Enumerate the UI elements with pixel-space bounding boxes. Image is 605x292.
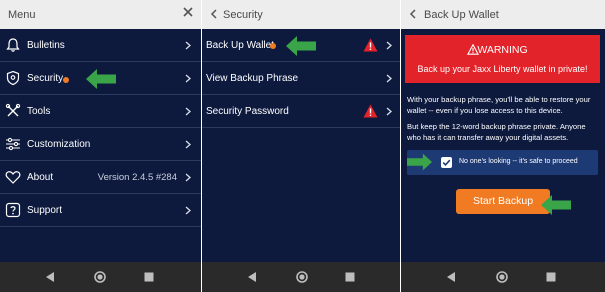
menu-item-bulletins[interactable]: Bulletins: [0, 29, 201, 62]
bell-icon: [6, 38, 20, 52]
security-item-security-password[interactable]: Security Password: [202, 95, 400, 128]
menu-header: Menu: [0, 0, 201, 29]
confirm-label: No one's looking -- it's safe to proceed: [459, 158, 578, 165]
menu-item-label: Tools: [27, 106, 51, 117]
notification-dot: [270, 43, 276, 49]
backup-panel: Back Up Wallet WARNING Back up your Jaxx…: [401, 0, 605, 292]
backup-header: Back Up Wallet: [401, 0, 605, 29]
android-nav-bar: [0, 262, 201, 292]
warning-triangle-icon: [363, 104, 378, 118]
menu-item-customization[interactable]: Customization: [0, 128, 201, 161]
back-arrow-icon[interactable]: [409, 9, 417, 19]
backup-privacy-text: But keep the 12-word backup phrase priva…: [407, 122, 586, 142]
close-icon[interactable]: [181, 5, 195, 19]
backup-info-text: With your backup phrase, you'll be able …: [407, 95, 591, 115]
heart-icon: [5, 171, 21, 184]
security-item-label: Security Password: [206, 106, 289, 117]
warning-triangle-icon: [363, 38, 378, 52]
chevron-right-icon: [185, 107, 191, 116]
security-item-label: Back Up Wallet: [206, 40, 274, 51]
security-panel: Security Back Up Wallet View Backup Phra…: [202, 0, 400, 292]
green-arrow-annotation: [286, 36, 316, 56]
chevron-right-icon: [185, 74, 191, 83]
warning-message: Back up your Jaxx Liberty wallet in priv…: [417, 64, 588, 74]
nav-back-icon[interactable]: [445, 271, 457, 283]
android-nav-bar: [202, 262, 400, 292]
tools-icon: [5, 103, 21, 117]
confirm-checkbox-row[interactable]: No one's looking -- it's safe to proceed: [407, 150, 598, 175]
menu-title: Menu: [8, 9, 36, 21]
nav-back-icon[interactable]: [246, 271, 258, 283]
checkmark-icon: [442, 159, 451, 167]
green-arrow-annotation: [541, 195, 571, 215]
security-item-label: View Backup Phrase: [206, 73, 299, 84]
security-item-backup-wallet[interactable]: Back Up Wallet: [202, 29, 400, 62]
back-arrow-icon[interactable]: [210, 9, 218, 19]
app-version: Version 2.4.5 #284: [97, 172, 177, 183]
warning-title: WARNING: [477, 44, 528, 56]
menu-item-label: Support: [27, 205, 63, 216]
warning-banner: WARNING Back up your Jaxx Liberty wallet…: [405, 35, 600, 83]
security-item-view-backup-phrase[interactable]: View Backup Phrase: [202, 62, 400, 95]
security-title: Security: [223, 9, 263, 21]
confirm-checkbox[interactable]: [441, 157, 452, 168]
green-arrow-annotation: [86, 69, 116, 89]
menu-item-about[interactable]: About Version 2.4.5 #284: [0, 161, 201, 194]
menu-panel: Menu Bulletins Security Tools Customizat…: [0, 0, 201, 292]
sliders-icon: [6, 137, 20, 151]
menu-item-label: Customization: [27, 139, 91, 150]
menu-item-label: Security: [27, 73, 64, 84]
security-list: Back Up Wallet View Backup Phrase Securi…: [202, 29, 400, 262]
backup-content: WARNING Back up your Jaxx Liberty wallet…: [401, 29, 605, 262]
menu-item-security[interactable]: Security: [0, 62, 201, 95]
nav-home-icon[interactable]: [496, 271, 508, 283]
nav-home-icon[interactable]: [94, 271, 106, 283]
chevron-right-icon: [386, 74, 392, 83]
chevron-right-icon: [386, 107, 392, 116]
chevron-right-icon: [185, 140, 191, 149]
backup-title: Back Up Wallet: [424, 9, 499, 21]
chevron-right-icon: [386, 41, 392, 50]
menu-item-tools[interactable]: Tools: [0, 95, 201, 128]
menu-list: Bulletins Security Tools Customization A…: [0, 29, 201, 262]
chevron-right-icon: [185, 173, 191, 182]
nav-recents-icon[interactable]: [143, 271, 155, 283]
security-header: Security: [202, 0, 400, 29]
shield-icon: [6, 70, 20, 86]
green-arrow-annotation: [407, 153, 432, 171]
nav-home-icon[interactable]: [296, 271, 308, 283]
menu-item-label: About: [27, 172, 54, 183]
start-backup-button[interactable]: Start Backup: [456, 189, 550, 214]
chevron-right-icon: [185, 206, 191, 215]
help-icon: [5, 202, 21, 218]
menu-item-label: Bulletins: [27, 40, 65, 51]
nav-recents-icon[interactable]: [545, 271, 557, 283]
nav-back-icon[interactable]: [44, 271, 56, 283]
notification-dot: [63, 77, 69, 83]
chevron-right-icon: [185, 41, 191, 50]
nav-recents-icon[interactable]: [344, 271, 356, 283]
menu-item-support[interactable]: Support: [0, 194, 201, 227]
android-nav-bar: [401, 262, 605, 292]
